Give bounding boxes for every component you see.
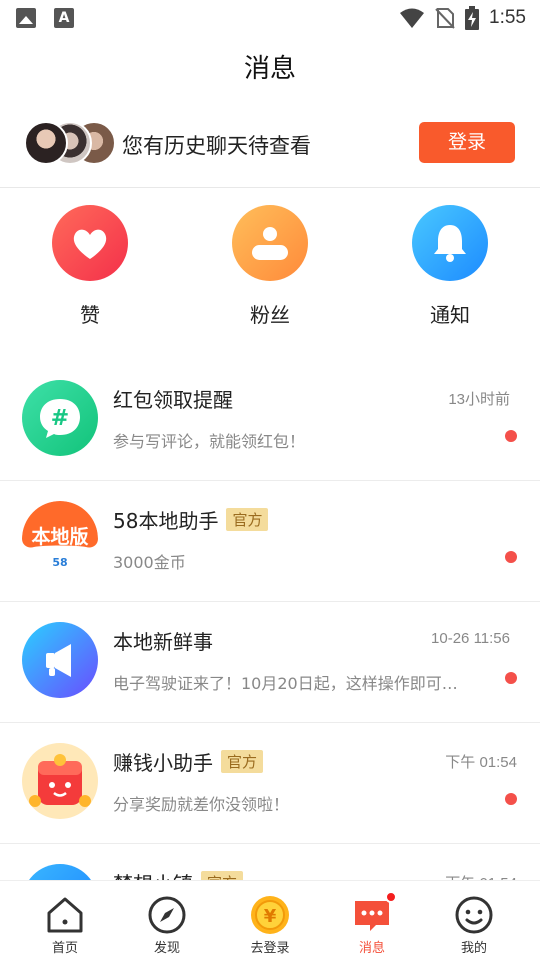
unread-dot — [505, 430, 517, 442]
coin-icon: ¥ — [250, 895, 290, 935]
message-preview: 电子驾驶证来了！10月20日起，这样操作即可申领电子驾驶证 — [113, 674, 468, 693]
avatar-stack — [24, 121, 116, 167]
official-badge: 官方 — [226, 508, 269, 531]
coin-symbol: ¥ — [264, 906, 277, 927]
tab-label: 发现 — [153, 941, 180, 956]
bell-icon — [412, 205, 488, 281]
heart-icon — [52, 205, 128, 281]
home-icon — [45, 895, 85, 935]
tab-me[interactable]: 我的 — [420, 881, 528, 960]
local-edition-logo: 本地版 58 — [22, 501, 98, 577]
message-time: 13小时前 — [448, 391, 510, 408]
bottom-nav: 首页 发现 ¥ 去登录 消息 我的 — [0, 880, 540, 960]
message-preview: 参与写评论，就能领红包！ — [113, 432, 306, 451]
quick-actions: 赞 粉丝 通知 — [0, 205, 540, 335]
history-chat-text: 您有历史聊天待查看 — [122, 134, 311, 158]
message-time: 下午 01:54 — [445, 754, 517, 771]
list-item[interactable]: 本地版 58 58本地助手 官方 3000金币 — [0, 481, 540, 602]
list-item[interactable]: 赚钱小助手 官方 下午 01:54 分享奖励就差你没领啦！ — [0, 723, 540, 844]
unread-dot — [505, 793, 517, 805]
notifications-label: 通知 — [430, 303, 470, 327]
message-time: 10-26 11:56 — [431, 630, 510, 647]
clock: 1:55 — [489, 7, 526, 28]
message-preview: 3000金币 — [113, 553, 186, 572]
wifi-icon — [400, 8, 425, 28]
battery-charging-icon — [465, 6, 480, 30]
tab-go-login[interactable]: ¥ 去登录 — [216, 881, 324, 960]
smiley-icon — [454, 895, 494, 935]
likes-label: 赞 — [80, 303, 100, 327]
tab-label: 首页 — [51, 941, 78, 956]
tab-label: 消息 — [358, 941, 385, 956]
history-chat-banner[interactable]: 您有历史聊天待查看 登录 — [0, 112, 540, 188]
likes-action[interactable]: 赞 — [30, 205, 150, 328]
message-title: 58本地助手 — [113, 509, 219, 533]
list-item[interactable]: # 红包领取提醒 13小时前 参与写评论，就能领红包！ — [0, 360, 540, 481]
avatar — [24, 121, 68, 165]
page-title: 消息 — [243, 54, 296, 84]
message-title: 红包领取提醒 — [113, 388, 233, 412]
message-preview: 分享奖励就差你没领啦！ — [113, 795, 290, 814]
fans-action[interactable]: 粉丝 — [210, 205, 330, 328]
chat-icon — [352, 891, 397, 935]
logo-text: 本地版 — [31, 526, 89, 548]
message-list: # 红包领取提醒 13小时前 参与写评论，就能领红包！ 本地版 58 58本地助… — [0, 360, 540, 960]
tab-label: 我的 — [460, 941, 487, 956]
logo-subtext: 58 — [52, 556, 68, 569]
unread-dot — [505, 551, 517, 563]
message-title: 赚钱小助手 — [113, 751, 213, 775]
red-envelope-mascot — [22, 743, 98, 819]
message-title: 本地新鲜事 — [113, 630, 213, 654]
login-button[interactable]: 登录 — [419, 122, 515, 163]
tab-discover[interactable]: 发现 — [113, 881, 221, 960]
svg-text:#: # — [51, 406, 69, 431]
font-notification-icon: A — [54, 8, 74, 28]
fans-label: 粉丝 — [250, 303, 290, 327]
status-bar: A 1:55 — [0, 0, 540, 36]
notifications-action[interactable]: 通知 — [390, 205, 510, 328]
notification-dot — [385, 891, 397, 903]
megaphone-icon — [22, 622, 98, 698]
gallery-notification-icon — [16, 8, 36, 28]
tab-home[interactable]: 首页 — [11, 881, 119, 960]
unread-dot — [505, 672, 517, 684]
no-sim-icon — [435, 8, 455, 29]
list-item[interactable]: 本地新鲜事 10-26 11:56 电子驾驶证来了！10月20日起，这样操作即可… — [0, 602, 540, 723]
person-icon — [232, 205, 308, 281]
tab-label: 去登录 — [250, 941, 290, 956]
hashtag-chat-icon: # — [22, 380, 98, 456]
compass-icon — [147, 895, 187, 935]
official-badge: 官方 — [221, 750, 264, 773]
tab-messages[interactable]: 消息 — [318, 881, 426, 960]
